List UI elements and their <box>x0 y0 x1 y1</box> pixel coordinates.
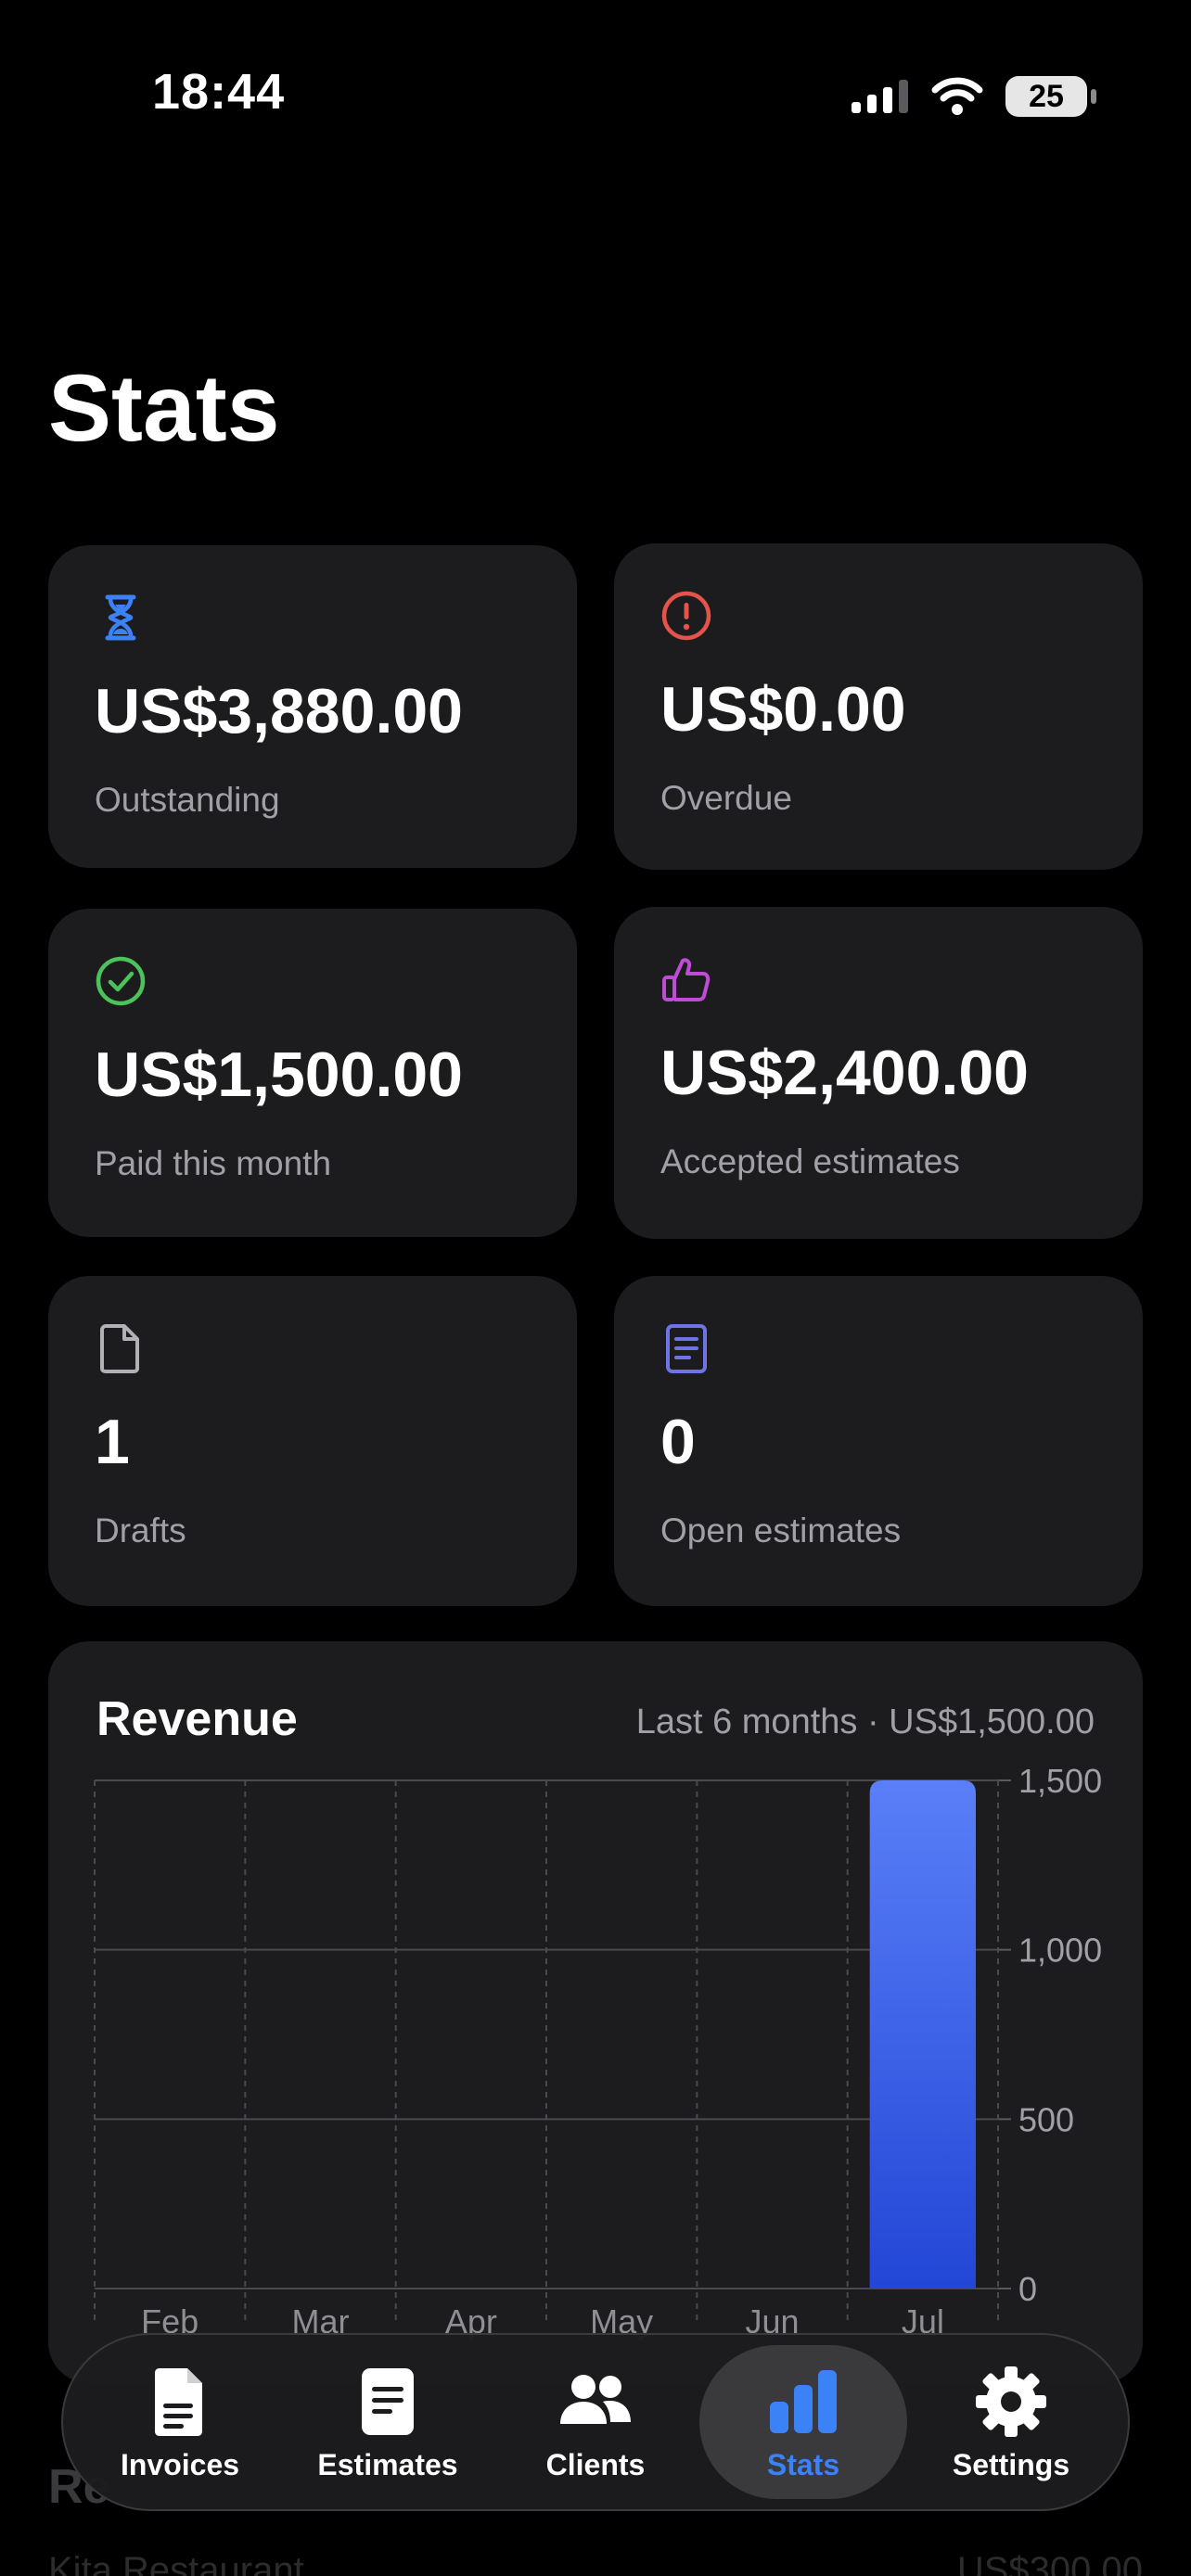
invoice-doc-icon <box>155 2367 202 2436</box>
recent-row-name[interactable]: Kita Restaurant <box>48 2550 304 2576</box>
open-value: 0 <box>660 1407 696 1477</box>
wifi-icon <box>931 77 983 115</box>
outstanding-card[interactable]: US$3,880.00 Outstanding <box>48 545 577 868</box>
tab-label-clients: Clients <box>545 2447 646 2481</box>
y-tick-label: 0 <box>1018 2270 1037 2308</box>
status-icons: 25 <box>852 69 1096 124</box>
gear-icon <box>976 2366 1046 2437</box>
battery-level: 25 <box>1029 78 1064 114</box>
stats-screen: 18:44 25 Stats US$3,880.00 Outstanding U… <box>0 0 1191 2576</box>
revenue-bar-jul[interactable] <box>869 1780 976 2289</box>
recent-row-amount: US$300.00 <box>956 2550 1143 2576</box>
check-circle-icon <box>96 956 146 1006</box>
revenue-subtitle: Last 6 months · US$1,500.00 <box>635 1702 1095 1741</box>
status-time: 18:44 <box>152 64 286 120</box>
overdue-value: US$0.00 <box>660 674 906 745</box>
accepted-value: US$2,400.00 <box>660 1038 1029 1108</box>
bar-chart-icon <box>770 2369 837 2433</box>
tab-label-estimates: Estimates <box>317 2447 458 2481</box>
tab-invoices[interactable]: Invoices <box>76 2345 284 2499</box>
cellular-signal-icon <box>852 80 908 113</box>
accepted-label: Accepted estimates <box>660 1142 960 1180</box>
outstanding-value: US$3,880.00 <box>95 676 463 746</box>
outstanding-label: Outstanding <box>95 781 280 819</box>
document-icon <box>100 1324 139 1373</box>
tab-label-stats: Stats <box>766 2447 840 2481</box>
drafts-value: 1 <box>95 1407 130 1477</box>
drafts-label: Drafts <box>95 1511 186 1549</box>
thumbs-up-icon <box>662 958 711 1001</box>
overdue-label: Overdue <box>660 779 792 817</box>
page-title: Stats <box>48 355 280 461</box>
revenue-title: Revenue <box>96 1692 298 1746</box>
revenue-chart: 1,5001,0005000 Feb Mar Apr May Jun Jul <box>94 1762 1102 2340</box>
open-estimates-card[interactable]: 0 Open estimates <box>614 1276 1143 1606</box>
tab-stats[interactable]: Stats <box>699 2345 907 2499</box>
paid-this-month-card[interactable]: US$1,500.00 Paid this month <box>48 909 577 1237</box>
status-bar: 18:44 25 <box>0 0 1191 139</box>
estimate-icon <box>362 2367 414 2435</box>
revenue-card: 1,500 1,000 500 0 Feb Mar Apr May Jun Jul Revenu… <box>48 1641 1143 2383</box>
y-tick-label: 500 <box>1018 2100 1074 2138</box>
tab-clients[interactable]: Clients <box>492 2345 699 2499</box>
overdue-card[interactable]: US$0.00 Overdue <box>614 543 1143 870</box>
drafts-card[interactable]: 1 Drafts <box>48 1276 577 1606</box>
estimate-doc-icon <box>666 1324 707 1373</box>
y-tick-label: 1,000 <box>1018 1932 1102 1970</box>
tab-label-invoices: Invoices <box>120 2447 240 2481</box>
tab-settings[interactable]: Settings <box>907 2345 1115 2499</box>
tab-label-settings: Settings <box>952 2447 1070 2481</box>
accepted-estimates-card[interactable]: US$2,400.00 Accepted estimates <box>614 907 1143 1239</box>
y-tick-label: 1,500 <box>1018 1762 1102 1800</box>
tab-bar: Invoices Estimates Clients Stats Setting… <box>61 2333 1130 2511</box>
paid-value: US$1,500.00 <box>95 1039 463 1110</box>
clients-icon <box>560 2374 631 2424</box>
tab-estimates[interactable]: Estimates <box>284 2345 492 2499</box>
paid-label: Paid this month <box>95 1144 332 1182</box>
battery-indicator: 25 <box>1005 76 1096 117</box>
open-label: Open estimates <box>660 1511 902 1549</box>
alert-circle-icon <box>661 591 711 641</box>
hourglass-icon <box>105 594 136 641</box>
